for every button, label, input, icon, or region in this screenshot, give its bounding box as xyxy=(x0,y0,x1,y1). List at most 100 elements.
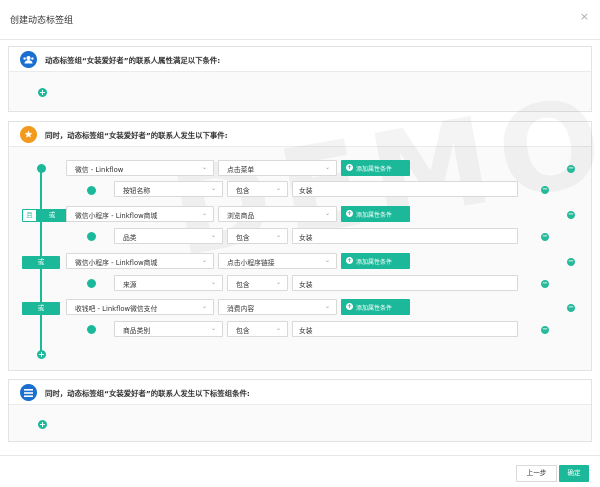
timeline-dot xyxy=(37,164,46,173)
event-type-select[interactable]: 消费内容 ⌄ xyxy=(218,299,337,315)
remove-event-button[interactable]: − xyxy=(567,304,575,312)
condition-operator-select[interactable]: 包含 ⌄ xyxy=(227,321,288,337)
event-type-select[interactable]: 浏览商品 ⌄ xyxy=(218,206,337,222)
condition-operator-select[interactable]: 包含 ⌄ xyxy=(227,228,288,244)
condition-dot xyxy=(87,232,96,241)
input-value: 女装 xyxy=(299,327,313,335)
chevron-down-icon: ⌄ xyxy=(275,232,281,239)
select-value: 来源 xyxy=(123,281,137,289)
select-value: 按钮名称 xyxy=(123,187,151,195)
chevron-down-icon: ⌄ xyxy=(275,185,281,192)
input-value: 女装 xyxy=(299,234,313,242)
chevron-down-icon: ⌄ xyxy=(201,257,207,264)
add-attribute-button[interactable]: + 添加属性条件 xyxy=(341,299,410,315)
remove-condition-button[interactable]: − xyxy=(541,186,549,194)
button-label: 添加属性条件 xyxy=(356,305,393,312)
select-value: 包含 xyxy=(236,234,250,242)
remove-condition-button[interactable]: − xyxy=(541,233,549,241)
condition-operator-select[interactable]: 包含 ⌄ xyxy=(227,275,288,291)
chevron-down-icon: ⌄ xyxy=(324,257,330,264)
condition-value-input[interactable]: 女装 xyxy=(292,181,518,197)
logic-toggle: 或 xyxy=(22,256,60,269)
event-channel-select[interactable]: 收钱吧 - Linkflow微信支付 ⌄ xyxy=(66,299,214,315)
select-value: 微信小程序 - Linkflow商城 xyxy=(75,212,158,220)
condition-dot xyxy=(87,279,96,288)
add-tag-group-condition-button[interactable]: + xyxy=(38,420,47,429)
add-attribute-button[interactable]: + 添加属性条件 xyxy=(341,160,410,176)
panel-title: 同时，动态标签组“女装爱好者”的联系人发生以下标签组条件: xyxy=(45,389,250,398)
select-value: 包含 xyxy=(236,187,250,195)
remove-condition-button[interactable]: − xyxy=(541,280,549,288)
chevron-down-icon: ⌄ xyxy=(201,303,207,310)
select-value: 点击小程序链接 xyxy=(227,259,275,267)
logic-or-button[interactable]: 或 xyxy=(22,302,60,315)
select-value: 微信小程序 - Linkflow商城 xyxy=(75,259,158,267)
modal-footer: 上一步 确定 xyxy=(0,455,600,487)
event-type-select[interactable]: 点击菜单 ⌄ xyxy=(218,160,337,176)
panel-header: 动态标签组“女装爱好者”的联系人属性满足以下条件: xyxy=(9,47,591,72)
condition-value-input[interactable]: 女装 xyxy=(292,275,518,291)
button-label: 添加属性条件 xyxy=(356,166,393,173)
remove-event-button[interactable]: − xyxy=(567,165,575,173)
add-attribute-condition-button[interactable]: + xyxy=(38,88,47,97)
select-value: 收钱吧 - Linkflow微信支付 xyxy=(75,305,158,313)
logic-toggle: 或 xyxy=(22,302,60,315)
condition-field-select[interactable]: 品类 ⌄ xyxy=(114,228,223,244)
plus-icon: + xyxy=(346,164,353,171)
plus-icon: + xyxy=(346,257,353,264)
event-channel-select[interactable]: 微信小程序 - Linkflow商城 ⌄ xyxy=(66,253,214,269)
event-channel-select[interactable]: 微信 - Linkflow ⌄ xyxy=(66,160,214,176)
add-event-button[interactable]: + xyxy=(37,350,46,359)
logic-or-button[interactable]: 或 xyxy=(37,209,67,222)
logic-or-button[interactable]: 或 xyxy=(22,256,60,269)
remove-event-button[interactable]: − xyxy=(567,211,575,219)
input-value: 女装 xyxy=(299,187,313,195)
previous-step-button[interactable]: 上一步 xyxy=(516,465,557,482)
select-value: 浏览商品 xyxy=(227,212,255,220)
condition-value-input[interactable]: 女装 xyxy=(292,228,518,244)
list-icon xyxy=(20,384,37,401)
users-icon xyxy=(20,51,37,68)
chevron-down-icon: ⌄ xyxy=(210,325,216,332)
condition-operator-select[interactable]: 包含 ⌄ xyxy=(227,181,288,197)
select-value: 商品类别 xyxy=(123,327,151,335)
chevron-down-icon: ⌄ xyxy=(275,325,281,332)
plus-icon: + xyxy=(346,210,353,217)
event-channel-select[interactable]: 微信小程序 - Linkflow商城 ⌄ xyxy=(66,206,214,222)
modal-header: 创建动态标签组 × xyxy=(0,0,600,40)
chevron-down-icon: ⌄ xyxy=(210,185,216,192)
condition-value-input[interactable]: 女装 xyxy=(292,321,518,337)
confirm-button[interactable]: 确定 xyxy=(559,465,589,482)
modal-title: 创建动态标签组 xyxy=(10,16,74,26)
close-icon[interactable]: × xyxy=(580,11,589,22)
chevron-down-icon: ⌄ xyxy=(201,210,207,217)
input-value: 女装 xyxy=(299,281,313,289)
remove-condition-button[interactable]: − xyxy=(541,326,549,334)
select-value: 消费内容 xyxy=(227,305,255,313)
chevron-down-icon: ⌄ xyxy=(210,232,216,239)
chevron-down-icon: ⌄ xyxy=(275,279,281,286)
logic-and-button[interactable]: 且 xyxy=(22,209,37,222)
panel-header: 同时，动态标签组“女装爱好者”的联系人发生以下事件: xyxy=(9,122,591,147)
remove-event-button[interactable]: − xyxy=(567,258,575,266)
tag-group-conditions-panel: 同时，动态标签组“女装爱好者”的联系人发生以下标签组条件: + xyxy=(8,379,592,442)
select-value: 点击菜单 xyxy=(227,166,255,174)
add-attribute-button[interactable]: + 添加属性条件 xyxy=(341,253,410,269)
panel-header: 同时，动态标签组“女装爱好者”的联系人发生以下标签组条件: xyxy=(9,380,591,405)
button-label: 添加属性条件 xyxy=(356,212,393,219)
chevron-down-icon: ⌄ xyxy=(324,303,330,310)
chevron-down-icon: ⌄ xyxy=(324,164,330,171)
condition-field-select[interactable]: 来源 ⌄ xyxy=(114,275,223,291)
panel-title: 同时，动态标签组“女装爱好者”的联系人发生以下事件: xyxy=(45,131,228,140)
condition-dot xyxy=(87,186,96,195)
select-value: 包含 xyxy=(236,327,250,335)
logic-toggle: 且 或 xyxy=(22,209,67,222)
select-value: 包含 xyxy=(236,281,250,289)
condition-dot xyxy=(87,325,96,334)
add-attribute-button[interactable]: + 添加属性条件 xyxy=(341,206,410,222)
button-label: 添加属性条件 xyxy=(356,259,393,266)
condition-field-select[interactable]: 按钮名称 ⌄ xyxy=(114,181,223,197)
event-type-select[interactable]: 点击小程序链接 ⌄ xyxy=(218,253,337,269)
plus-icon: + xyxy=(346,303,353,310)
condition-field-select[interactable]: 商品类别 ⌄ xyxy=(114,321,223,337)
